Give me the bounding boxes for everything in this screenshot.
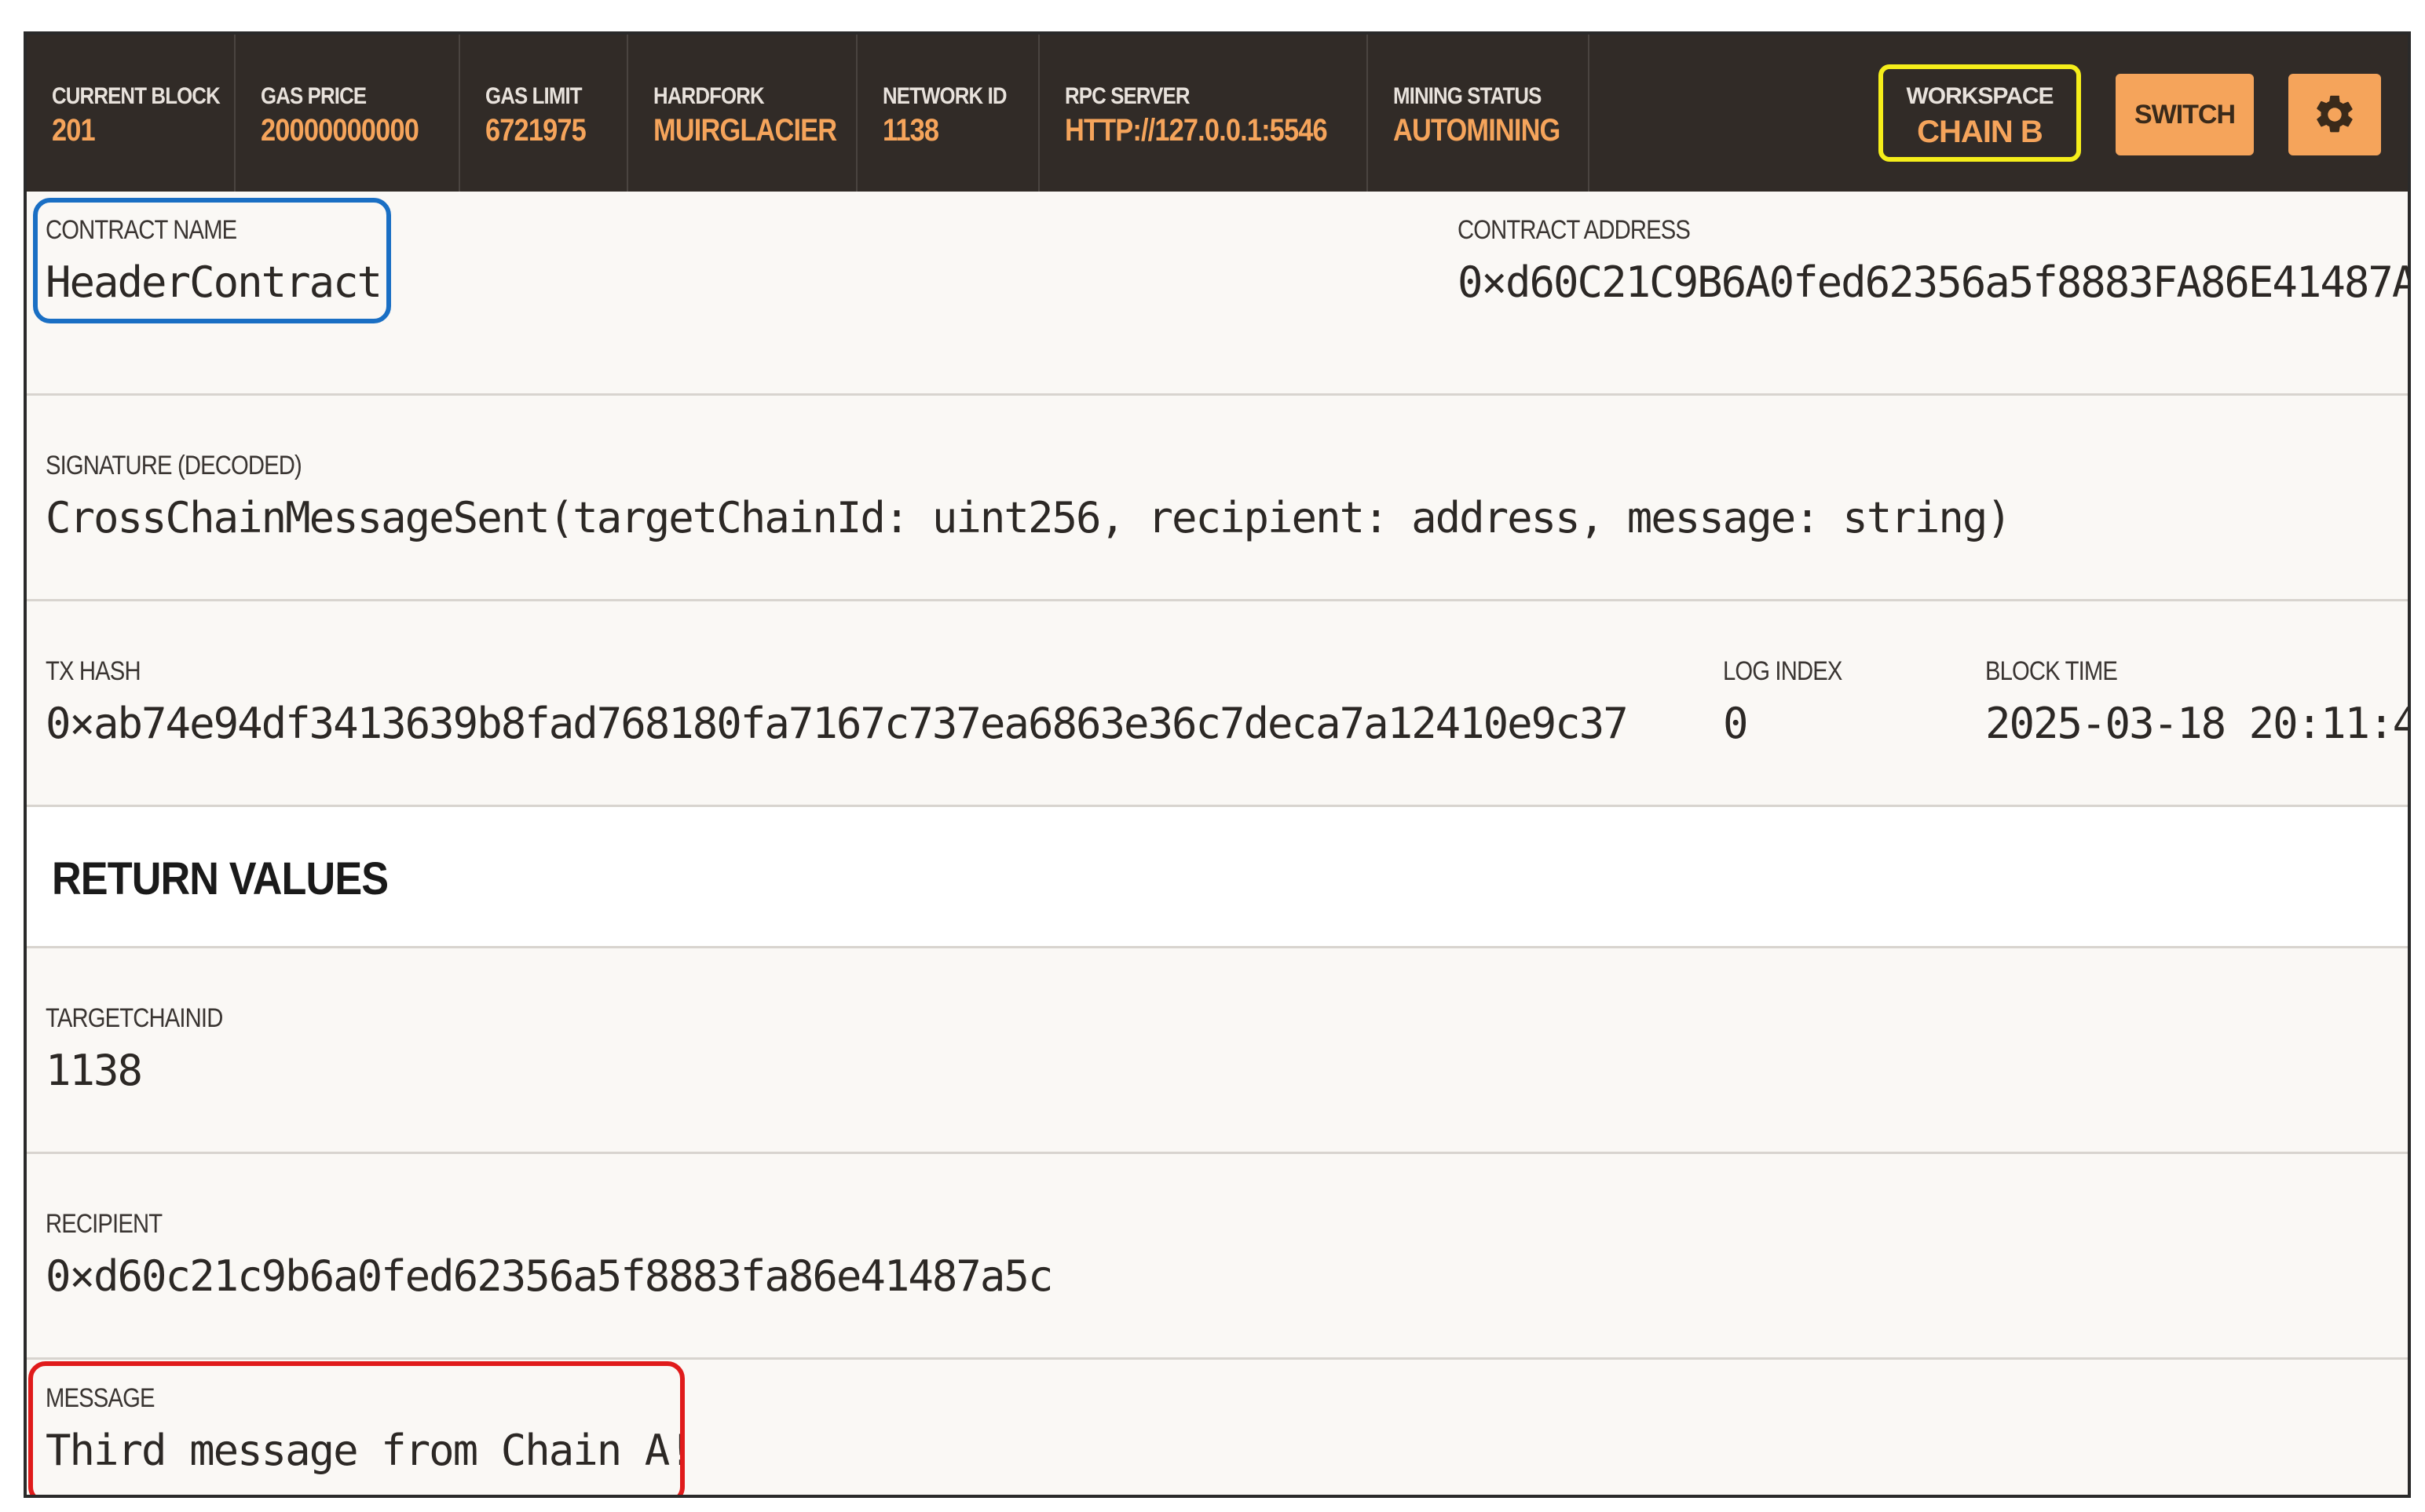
workspace-value: CHAIN B [1917, 115, 2043, 149]
field-label: BLOCK TIME [1985, 656, 2118, 686]
stat-rpc-server: RPC SERVER HTTP://127.0.0.1:5546 [1040, 35, 1368, 192]
field-label: TARGETCHAINID [46, 1003, 223, 1033]
stat-label: GAS LIMIT [485, 83, 583, 109]
log-index-value: 0 [1723, 699, 1749, 748]
stat-value: MUIRGLACIER [653, 113, 837, 148]
message-highlight [28, 1361, 685, 1495]
stat-hardfork: HARDFORK MUIRGLACIER [628, 35, 858, 192]
stat-value: 201 [52, 113, 96, 148]
field-label: CONTRACT ADDRESS [1458, 215, 1691, 245]
signature-value[interactable]: CrossChainMessageSent(targetChainId: uin… [46, 493, 2012, 542]
targetchainid-value: 1138 [46, 1046, 143, 1095]
stat-label: NETWORK ID [883, 83, 1008, 109]
status-bar: CURRENT BLOCK 201 GAS PRICE 20000000000 … [27, 35, 2408, 192]
workspace-indicator: WORKSPACE CHAIN B [1878, 64, 2081, 162]
recipient-row: RECIPIENT 0×d60c21c9b6a0fed62356a5f8883f… [27, 1154, 2408, 1360]
stat-gas-limit: GAS LIMIT 6721975 [460, 35, 628, 192]
block-time-value: 2025-03-18 20:11:45 [1985, 699, 2411, 748]
stat-value: AUTOMINING [1393, 113, 1560, 148]
stat-network-id: NETWORK ID 1138 [858, 35, 1040, 192]
settings-button[interactable] [2288, 74, 2381, 155]
targetchainid-field: TARGETCHAINID 1138 [46, 1003, 251, 1095]
field-label: LOG INDEX [1723, 656, 1842, 686]
tx-hash-field: TX HASH 0×ab74e94df3413639b8fad768180fa7… [46, 656, 1629, 748]
field-label: SIGNATURE (DECODED) [46, 451, 302, 480]
ganache-event-window: CURRENT BLOCK 201 GAS PRICE 20000000000 … [24, 31, 2411, 1498]
tx-row: TX HASH 0×ab74e94df3413639b8fad768180fa7… [27, 601, 2408, 807]
return-values-title: RETURN VALUES [52, 853, 389, 904]
field-label: TX HASH [46, 656, 141, 686]
stat-mining-status: MINING STATUS AUTOMINING [1368, 35, 1589, 192]
switch-button[interactable]: SWITCH [2116, 74, 2254, 155]
log-index-field: LOG INDEX 0 [1723, 656, 1861, 748]
stat-label: HARDFORK [653, 83, 765, 109]
return-values-header: RETURN VALUES [27, 807, 2408, 948]
signature-row: SIGNATURE (DECODED) CrossChainMessageSen… [27, 396, 2408, 601]
block-time-field: BLOCK TIME 2025-03-18 20:11:45 [1985, 656, 2411, 748]
field-label: RECIPIENT [46, 1209, 163, 1239]
gear-icon [2317, 95, 2353, 133]
stat-gas-price: GAS PRICE 20000000000 [236, 35, 460, 192]
contract-name-highlight [33, 198, 391, 323]
recipient-value[interactable]: 0×d60c21c9b6a0fed62356a5f8883fa86e41487a… [46, 1251, 1053, 1301]
tx-hash-value[interactable]: 0×ab74e94df3413639b8fad768180fa7167c737e… [46, 699, 1629, 748]
stat-value: 1138 [883, 113, 939, 148]
stat-label: CURRENT BLOCK [52, 83, 221, 109]
recipient-field: RECIPIENT 0×d60c21c9b6a0fed62356a5f8883f… [46, 1209, 1053, 1301]
stat-label: MINING STATUS [1393, 83, 1542, 109]
stat-label: RPC SERVER [1065, 83, 1191, 109]
contract-address-field: CONTRACT ADDRESS 0×d60C21C9B6A0fed62356a… [1458, 215, 2408, 307]
contract-address-value[interactable]: 0×d60C21C9B6A0fed62356a5f8883FA86E41487A… [1458, 257, 2408, 307]
signature-field: SIGNATURE (DECODED) CrossChainMessageSen… [46, 451, 2012, 542]
stat-value: 20000000000 [261, 113, 419, 148]
workspace-label: WORKSPACE [1906, 83, 2054, 109]
stat-current-block: CURRENT BLOCK 201 [27, 35, 236, 192]
stat-value: 6721975 [485, 113, 587, 148]
stat-label: GAS PRICE [261, 83, 367, 109]
targetchainid-row: TARGETCHAINID 1138 [27, 948, 2408, 1154]
stat-value: HTTP://127.0.0.1:5546 [1065, 113, 1328, 148]
